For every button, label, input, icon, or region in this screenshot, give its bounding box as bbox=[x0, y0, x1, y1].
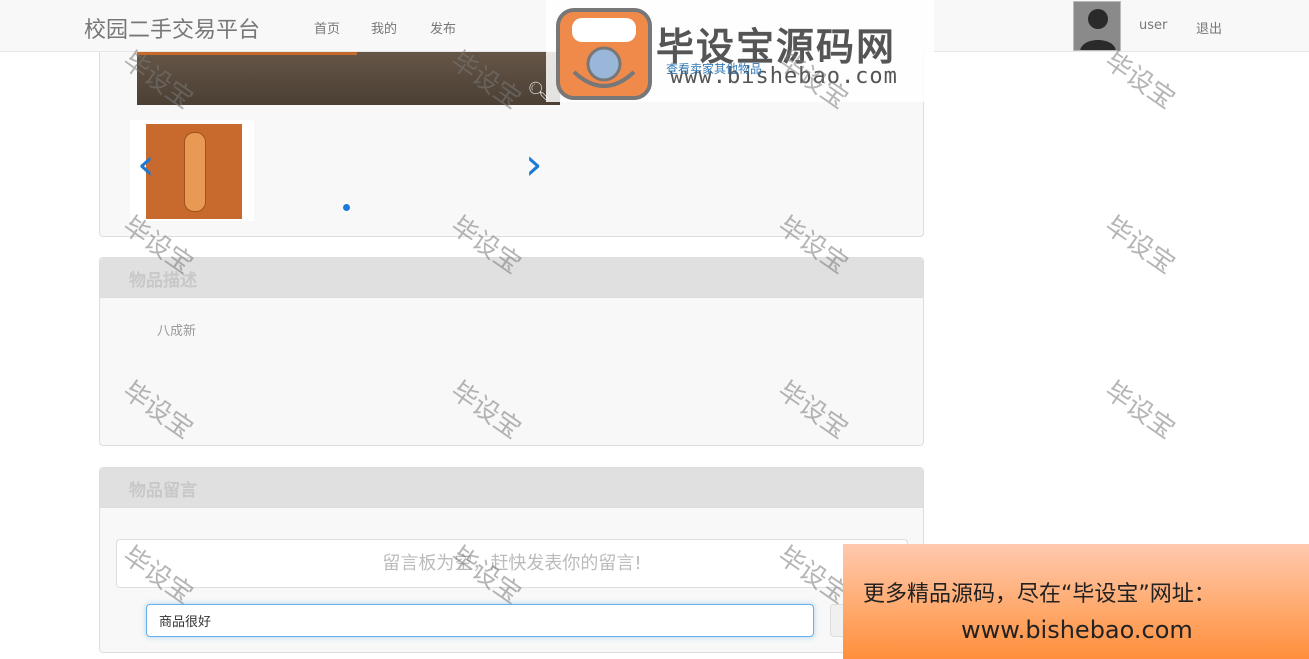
chevron-right-icon[interactable]: › bbox=[525, 143, 543, 187]
thumbnail-skateboard-photo bbox=[146, 124, 242, 219]
view-seller-items-link[interactable]: 查看卖家其他物品 bbox=[666, 60, 762, 77]
skateboard-graphic bbox=[184, 132, 206, 212]
comment-input[interactable] bbox=[146, 604, 814, 637]
ad-banner[interactable]: 更多精品源码，尽在“毕设宝”网址： www.bishebao.com bbox=[843, 544, 1309, 659]
nav-username[interactable]: user bbox=[1139, 18, 1167, 33]
comment-board-empty: 留言板为空，赶快发表你的留言! bbox=[116, 539, 908, 588]
brand-title[interactable]: 校园二手交易平台 bbox=[84, 12, 260, 44]
watermark-stamp: 毕设宝 bbox=[1099, 210, 1181, 281]
watermark-stamp: 毕设宝 bbox=[1099, 45, 1181, 116]
comments-heading: 物品留言 bbox=[100, 468, 923, 508]
description-panel: 物品描述 八成新 bbox=[99, 257, 924, 446]
ad-text-line1: 更多精品源码，尽在“毕设宝”网址： bbox=[863, 582, 1216, 607]
description-text: 八成新 bbox=[157, 324, 197, 339]
nav-mine-link[interactable]: 我的 bbox=[371, 18, 397, 37]
avatar[interactable] bbox=[1073, 1, 1121, 51]
user-silhouette-icon bbox=[1074, 2, 1120, 50]
nav-home-link[interactable]: 首页 bbox=[314, 18, 340, 37]
watermark-logo: 毕设宝源码网 www.bishebao.com bbox=[546, 0, 934, 102]
nav-publish-link[interactable]: 发布 bbox=[430, 18, 456, 37]
carousel-indicator-dot[interactable] bbox=[343, 204, 350, 211]
comments-panel: 物品留言 留言板为空，赶快发表你的留言! bbox=[99, 467, 924, 653]
ad-text-line2: www.bishebao.com bbox=[961, 616, 1193, 644]
mascot-logo-icon bbox=[556, 8, 652, 100]
watermark-stamp: 毕设宝 bbox=[1099, 375, 1181, 446]
description-heading: 物品描述 bbox=[100, 258, 923, 298]
chevron-left-icon[interactable]: ‹ bbox=[137, 143, 155, 187]
nav-logout-link[interactable]: 退出 bbox=[1196, 18, 1222, 37]
